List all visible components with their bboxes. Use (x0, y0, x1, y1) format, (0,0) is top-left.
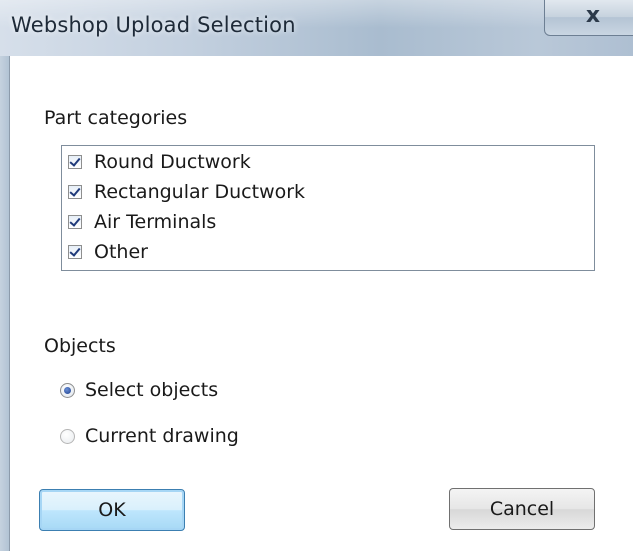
radio-label: Select objects (85, 379, 219, 401)
part-categories-listbox[interactable]: Round Ductwork Rectangular Ductwork Air … (61, 145, 595, 271)
cancel-button[interactable]: Cancel (449, 488, 595, 530)
part-categories-label: Part categories (44, 107, 188, 129)
list-item-label: Air Terminals (94, 211, 217, 233)
list-item-label: Other (94, 241, 148, 263)
radio-unselected-icon[interactable] (60, 428, 75, 444)
list-item-label: Round Ductwork (94, 151, 251, 173)
checkbox-checked-icon[interactable] (68, 245, 82, 259)
dialog-client-area (9, 56, 633, 551)
close-button[interactable]: x (544, 0, 633, 36)
dialog-window: Webshop Upload Selection x Part categori… (0, 0, 633, 551)
radio-label: Current drawing (85, 425, 239, 447)
radio-select-objects[interactable]: Select objects (60, 375, 218, 405)
checkbox-checked-icon[interactable] (68, 155, 82, 169)
list-item-round-ductwork[interactable]: Round Ductwork (68, 147, 251, 177)
list-item-rectangular-ductwork[interactable]: Rectangular Ductwork (68, 177, 305, 207)
checkbox-checked-icon[interactable] (68, 185, 82, 199)
window-frame-left (0, 56, 9, 551)
list-item-other[interactable]: Other (68, 237, 148, 267)
radio-current-drawing[interactable]: Current drawing (60, 421, 239, 451)
list-item-label: Rectangular Ductwork (94, 181, 306, 203)
checkbox-checked-icon[interactable] (68, 215, 82, 229)
objects-label: Objects (44, 335, 116, 357)
radio-selected-icon[interactable] (60, 382, 75, 398)
title-bar[interactable]: Webshop Upload Selection x (0, 0, 633, 56)
close-icon: x (585, 3, 601, 28)
window-title: Webshop Upload Selection (11, 13, 296, 37)
list-item-air-terminals[interactable]: Air Terminals (68, 207, 216, 237)
ok-button[interactable]: OK (39, 489, 185, 531)
